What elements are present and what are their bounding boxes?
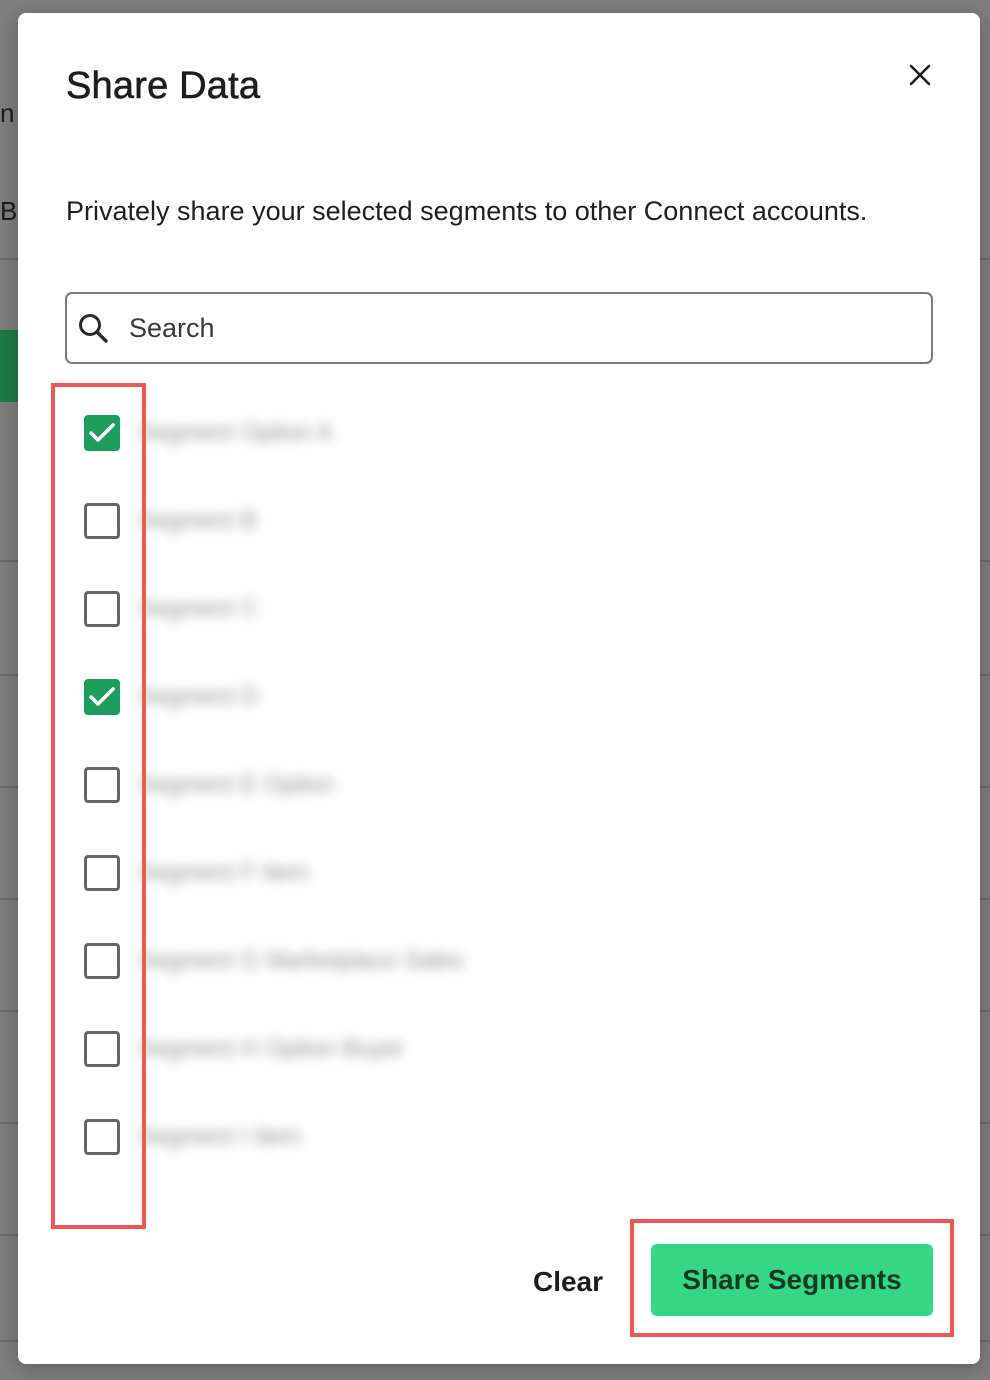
- segment-row[interactable]: Segment E Option: [84, 765, 334, 805]
- segment-label: Segment I Item: [138, 1123, 301, 1150]
- segment-checkbox[interactable]: [84, 1119, 120, 1155]
- segment-label: Segment C: [138, 595, 259, 622]
- segment-row[interactable]: Segment I Item: [84, 1117, 301, 1157]
- clear-button[interactable]: Clear: [518, 1257, 618, 1307]
- checkmark-icon: [89, 687, 115, 706]
- segment-checkbox[interactable]: [84, 943, 120, 979]
- segment-checkbox[interactable]: [84, 591, 120, 627]
- segment-checkbox[interactable]: [84, 503, 120, 539]
- close-icon: [909, 64, 931, 86]
- background-text-fragment: n: [0, 98, 15, 128]
- segment-checkbox[interactable]: [84, 767, 120, 803]
- modal-description: Privately share your selected segments t…: [66, 196, 868, 226]
- segment-row[interactable]: Segment H Option Buyer: [84, 1029, 405, 1069]
- segment-row[interactable]: Segment D: [84, 677, 258, 717]
- share-data-modal: Share Data Privately share your selected…: [18, 13, 980, 1364]
- background-button-fragment: [0, 330, 20, 402]
- segment-label: Segment G Marketplace Sales: [138, 947, 464, 974]
- segment-label: Segment Option A: [138, 419, 333, 446]
- segment-checkbox[interactable]: [84, 679, 120, 715]
- close-button[interactable]: [902, 57, 938, 93]
- segment-row[interactable]: Segment B: [84, 501, 257, 541]
- search-input[interactable]: [129, 304, 909, 352]
- segment-row[interactable]: Segment C: [84, 589, 258, 629]
- segment-row[interactable]: Segment G Marketplace Sales: [84, 941, 464, 981]
- segment-checkbox[interactable]: [84, 415, 120, 451]
- segment-label: Segment F Item: [138, 859, 309, 886]
- segment-row[interactable]: Segment F Item: [84, 853, 309, 893]
- modal-title: Share Data: [66, 65, 261, 108]
- checkmark-icon: [89, 423, 115, 442]
- segment-label: Segment H Option Buyer: [138, 1035, 405, 1062]
- segment-checkbox[interactable]: [84, 1031, 120, 1067]
- segment-label: Segment D: [138, 683, 259, 710]
- segment-label: Segment B: [138, 507, 257, 534]
- search-box[interactable]: [65, 292, 933, 364]
- segment-checkbox[interactable]: [84, 855, 120, 891]
- share-segments-button[interactable]: Share Segments: [651, 1244, 933, 1316]
- segment-label: Segment E Option: [138, 771, 335, 798]
- segment-row[interactable]: Segment Option A: [84, 413, 333, 453]
- search-icon: [79, 314, 108, 343]
